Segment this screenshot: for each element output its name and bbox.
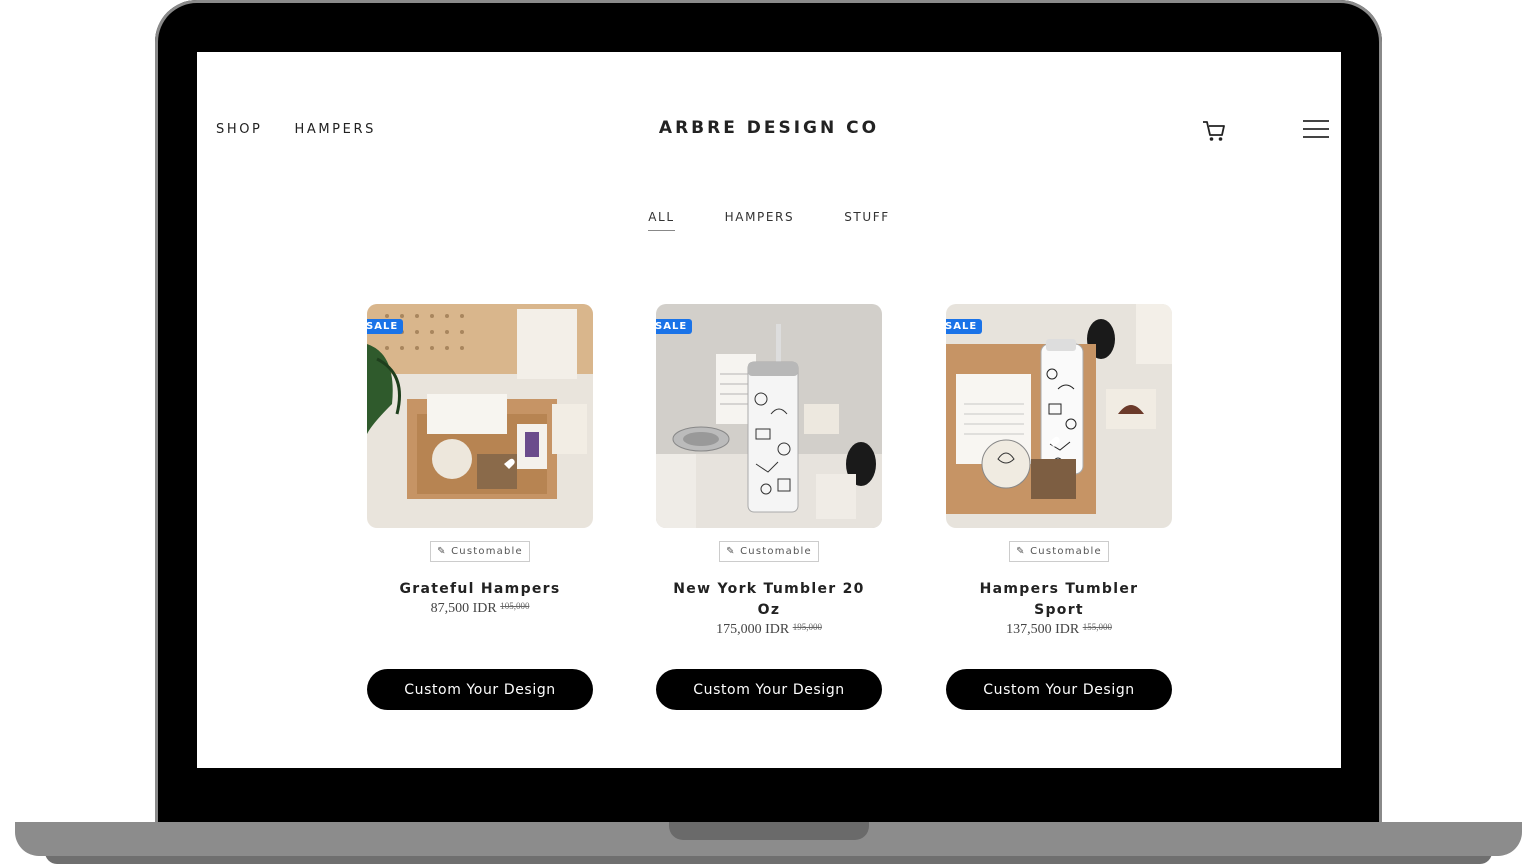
custom-your-design-button[interactable]: Custom Your Design (367, 669, 593, 710)
customizable-label: Customable (740, 546, 812, 557)
customizable-label: Customable (451, 546, 523, 557)
cart-icon (1203, 121, 1225, 141)
menu-button[interactable] (1303, 120, 1329, 140)
original-price: 195,000 (792, 622, 822, 632)
pencil-icon: ✎ (437, 546, 447, 557)
filter-tab-hampers[interactable]: HAMPERS (725, 210, 795, 231)
sale-badge: SALE (656, 319, 693, 334)
customizable-label: Customable (1030, 546, 1102, 557)
filter-tab-all[interactable]: ALL (648, 210, 675, 231)
pencil-icon: ✎ (1016, 546, 1026, 557)
sale-price: 137,500 IDR (1006, 622, 1080, 637)
product-image-grateful-hampers[interactable]: SALE (367, 304, 593, 528)
customizable-tag: ✎ Customable (1009, 541, 1109, 562)
category-filter-tabs: ALL HAMPERS STUFF (197, 210, 1341, 231)
product-name[interactable]: Grateful Hampers (380, 579, 580, 600)
custom-your-design-button[interactable]: Custom Your Design (946, 669, 1172, 710)
product-card[interactable]: SALE ✎ Customable New York Tumbler 20 Oz… (656, 304, 882, 710)
filter-tab-stuff[interactable]: STUFF (844, 210, 890, 231)
customizable-tag: ✎ Customable (430, 541, 530, 562)
hamburger-menu-icon (1303, 120, 1329, 122)
product-name[interactable]: New York Tumbler 20 Oz (669, 579, 869, 621)
hamburger-line (1303, 136, 1329, 138)
hamburger-line (1303, 128, 1329, 130)
website-screen: SHOP HAMPERS ARBRE DESIGN CO ALL HAMPERS… (197, 52, 1341, 768)
product-image-hampers-tumbler-sport[interactable]: SALE (946, 304, 1172, 528)
custom-your-design-button[interactable]: Custom Your Design (656, 669, 882, 710)
sale-price: 87,500 IDR (430, 601, 497, 616)
product-image-new-york-tumbler[interactable]: SALE (656, 304, 882, 528)
product-card[interactable]: SALE ✎ Customable Grateful Hampers 87,50… (367, 304, 593, 710)
customizable-tag: ✎ Customable (719, 541, 819, 562)
brand-logo[interactable]: ARBRE DESIGN CO (197, 118, 1341, 138)
pencil-icon: ✎ (726, 546, 736, 557)
product-price-line: 87,500 IDR 105,000 (367, 601, 593, 617)
laptop-notch (669, 822, 869, 840)
sale-badge: SALE (946, 319, 983, 334)
original-price: 105,000 (500, 601, 530, 611)
product-price-line: 175,000 IDR 195,000 (656, 622, 882, 638)
product-name[interactable]: Hampers Tumbler Sport (959, 579, 1159, 621)
cart-button[interactable] (1200, 116, 1228, 144)
product-price-line: 137,500 IDR 155,000 (946, 622, 1172, 638)
original-price: 155,000 (1082, 622, 1112, 632)
product-card[interactable]: SALE ✎ Customable Hampers Tumbler Sport … (946, 304, 1172, 710)
sale-badge: SALE (367, 319, 404, 334)
sale-price: 175,000 IDR (716, 622, 790, 637)
